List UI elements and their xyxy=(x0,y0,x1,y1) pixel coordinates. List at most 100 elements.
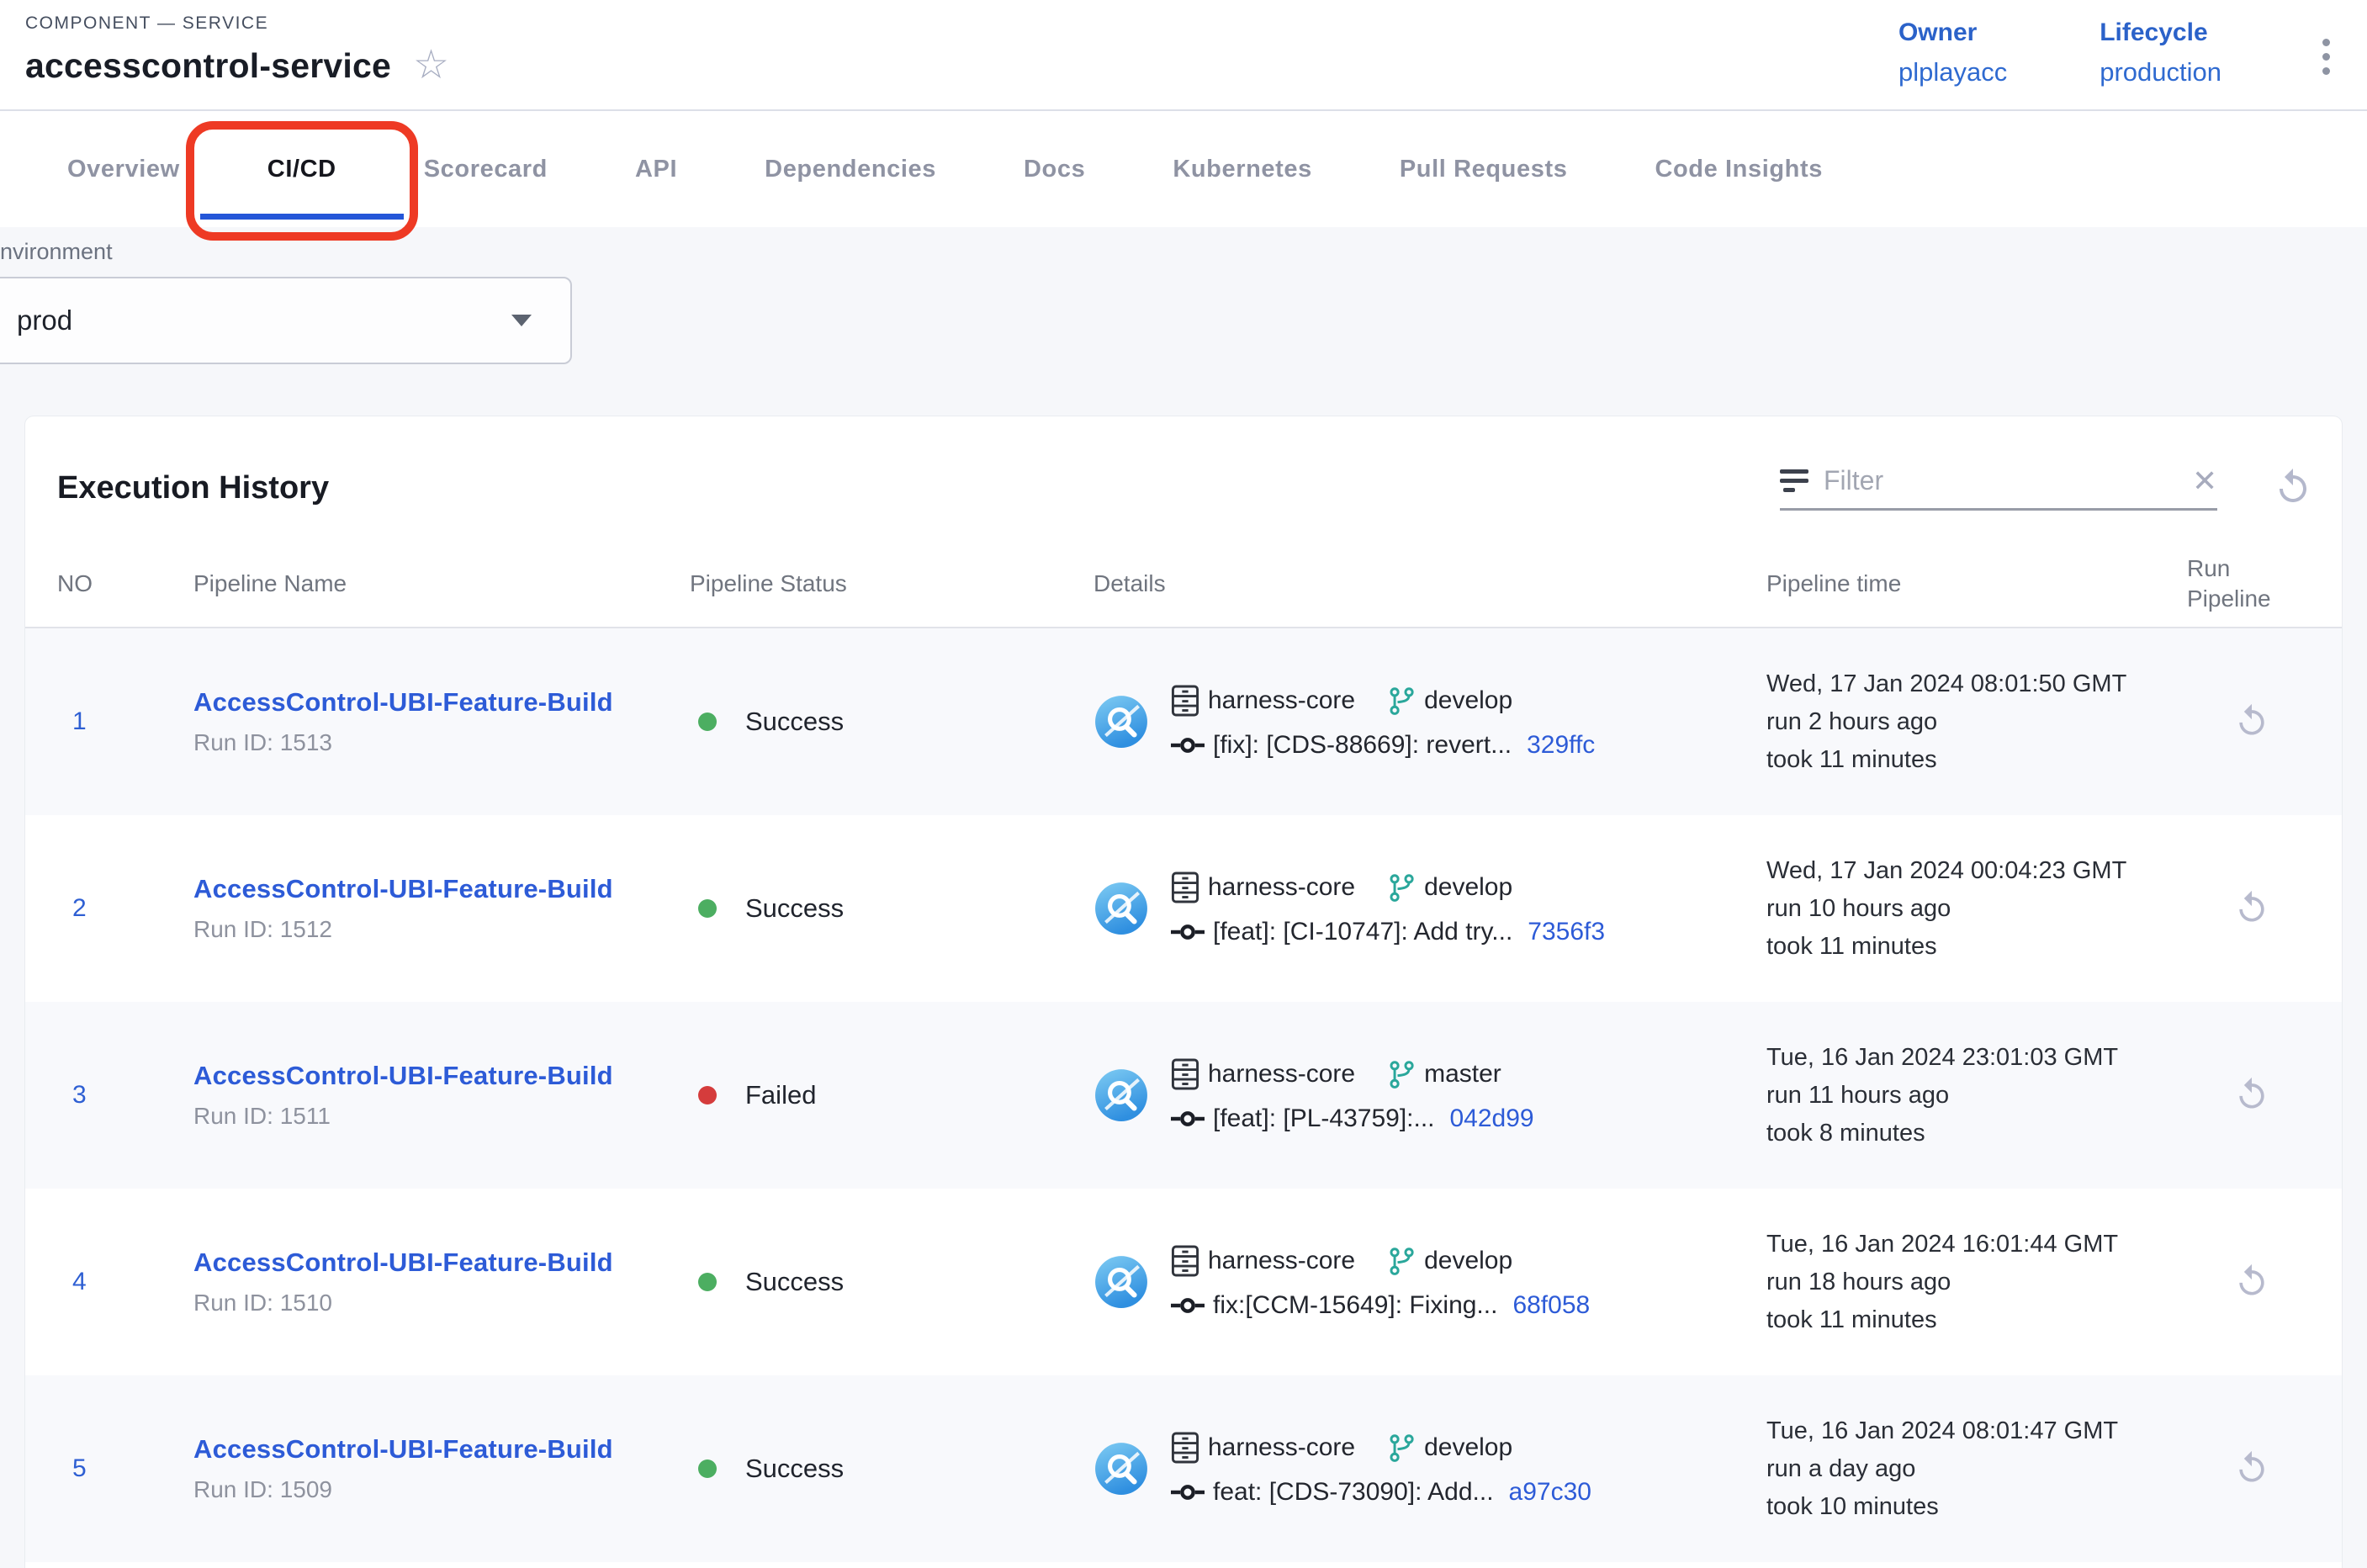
chevron-down-icon xyxy=(511,315,532,326)
row-number: 3 xyxy=(57,1081,193,1110)
refresh-button[interactable] xyxy=(2273,467,2313,510)
run-pipeline-button[interactable] xyxy=(2233,1263,2270,1302)
tab-docs[interactable]: Docs xyxy=(980,111,1129,227)
refresh-icon xyxy=(2273,467,2313,507)
repo-name: harness-core xyxy=(1208,1433,1355,1462)
commit-hash-link[interactable]: 7356f3 xyxy=(1528,918,1605,946)
owner-meta: Owner plplayacc xyxy=(1898,19,2007,87)
pipeline-name-link[interactable]: AccessControl-UBI-Feature-Build xyxy=(193,1434,690,1465)
status-dot xyxy=(698,712,717,731)
branch-name: develop xyxy=(1424,873,1512,902)
more-options-menu-icon[interactable] xyxy=(2314,27,2338,87)
pipeline-time-ago: run 18 hours ago xyxy=(1766,1263,2187,1301)
pipeline-duration: took 8 minutes xyxy=(1766,1115,2187,1152)
pipeline-duration: took 11 minutes xyxy=(1766,741,2187,779)
tab-api[interactable]: API xyxy=(591,111,721,227)
commit-message: feat: [CDS-73090]: Add... xyxy=(1213,1478,1494,1507)
commit-hash-link[interactable]: 329ffc xyxy=(1527,731,1595,760)
environment-select[interactable]: prod xyxy=(0,277,572,364)
table-row: 4 AccessControl-UBI-Feature-Build Run ID… xyxy=(25,1189,2342,1375)
branch-name: develop xyxy=(1424,1433,1512,1462)
commit-hash-link[interactable]: 68f058 xyxy=(1512,1291,1590,1320)
branch-icon xyxy=(1387,1245,1416,1277)
branch-icon xyxy=(1387,1432,1416,1464)
pipeline-time-gmt: Wed, 17 Jan 2024 00:04:23 GMT xyxy=(1766,852,2187,890)
commit-message: fix:[CCM-15649]: Fixing... xyxy=(1213,1291,1497,1320)
branch-name: develop xyxy=(1424,686,1512,715)
cicd-content: Environment prod Execution History ✕ xyxy=(0,227,2367,1568)
ci-module-icon xyxy=(1093,1441,1149,1496)
pipeline-name-link[interactable]: AccessControl-UBI-Feature-Build xyxy=(193,874,690,904)
commit-icon xyxy=(1171,1295,1205,1316)
repo-name: harness-core xyxy=(1208,686,1355,715)
tab-overview[interactable]: Overview xyxy=(24,111,224,227)
environment-field: Environment prod xyxy=(0,239,2367,364)
page-header: COMPONENT — SERVICE accesscontrol-servic… xyxy=(0,0,2367,111)
tab-pull-requests[interactable]: Pull Requests xyxy=(1356,111,1612,227)
lifecycle-link[interactable]: production xyxy=(2100,57,2221,87)
clear-filter-icon[interactable]: ✕ xyxy=(2192,466,2217,496)
col-pipeline-time: Pipeline time xyxy=(1766,569,2187,599)
ci-module-icon xyxy=(1093,694,1149,750)
tab-scorecard[interactable]: Scorecard xyxy=(380,111,591,227)
run-pipeline-button[interactable] xyxy=(2233,889,2270,929)
tab-code-insights[interactable]: Code Insights xyxy=(1611,111,1867,227)
table-header: NO Pipeline Name Pipeline Status Details… xyxy=(25,541,2342,628)
col-pipeline-name: Pipeline Name xyxy=(193,569,690,599)
commit-hash-link[interactable]: a97c30 xyxy=(1509,1478,1591,1507)
status-dot xyxy=(698,1086,717,1104)
panel-title: Execution History xyxy=(57,470,329,506)
execution-history-panel: Execution History ✕ NO Pipeline Name Pip… xyxy=(25,416,2342,1568)
filter-input[interactable] xyxy=(1824,465,2177,496)
pipeline-name-link[interactable]: AccessControl-UBI-Feature-Build xyxy=(193,687,690,718)
run-pipeline-button[interactable] xyxy=(2233,1449,2270,1489)
row-number: 4 xyxy=(57,1268,193,1296)
commit-message: [feat]: [PL-43759]:... xyxy=(1213,1104,1435,1133)
tab-cicd[interactable]: CI/CD xyxy=(224,111,380,227)
ci-module-icon xyxy=(1093,1067,1149,1123)
environment-label: Environment xyxy=(0,239,2367,265)
ci-module-icon xyxy=(1093,1254,1149,1310)
status-label: Success xyxy=(745,893,844,924)
owner-link[interactable]: plplayacc xyxy=(1898,57,2007,87)
lifecycle-meta: Lifecycle production xyxy=(2100,19,2221,87)
favorite-star-icon[interactable]: ☆ xyxy=(413,45,449,86)
lifecycle-label: Lifecycle xyxy=(2100,19,2221,47)
filter-box: ✕ xyxy=(1780,465,2217,511)
run-id: Run ID: 1510 xyxy=(193,1290,690,1316)
pipeline-time-ago: run 10 hours ago xyxy=(1766,890,2187,928)
status-label: Failed xyxy=(745,1080,816,1110)
run-pipeline-button[interactable] xyxy=(2233,702,2270,742)
tab-dependencies[interactable]: Dependencies xyxy=(721,111,980,227)
commit-hash-link[interactable]: 042d99 xyxy=(1450,1104,1534,1133)
repo-name: harness-core xyxy=(1208,1060,1355,1089)
rerun-icon xyxy=(2233,1449,2270,1486)
pipeline-time-ago: run 11 hours ago xyxy=(1766,1077,2187,1115)
row-number: 2 xyxy=(57,894,193,923)
status-label: Success xyxy=(745,1454,844,1484)
pipeline-time-gmt: Tue, 16 Jan 2024 08:01:47 GMT xyxy=(1766,1412,2187,1450)
pipeline-name-link[interactable]: AccessControl-UBI-Feature-Build xyxy=(193,1248,690,1278)
table-body: 1 AccessControl-UBI-Feature-Build Run ID… xyxy=(25,628,2342,1562)
pipeline-name-link[interactable]: AccessControl-UBI-Feature-Build xyxy=(193,1061,690,1091)
run-id: Run ID: 1513 xyxy=(193,729,690,756)
rerun-icon xyxy=(2233,889,2270,926)
breadcrumb: COMPONENT — SERVICE xyxy=(25,13,449,34)
repository-icon xyxy=(1171,1244,1199,1278)
environment-value: prod xyxy=(17,305,72,336)
row-number: 5 xyxy=(57,1454,193,1483)
run-pipeline-button[interactable] xyxy=(2233,1076,2270,1115)
repository-icon xyxy=(1171,1431,1199,1465)
tab-kubernetes[interactable]: Kubernetes xyxy=(1129,111,1356,227)
tab-bar: Overview CI/CD Scorecard API Dependencie… xyxy=(0,111,2367,227)
table-row: 1 AccessControl-UBI-Feature-Build Run ID… xyxy=(25,628,2342,815)
commit-icon xyxy=(1171,1109,1205,1129)
pipeline-time-gmt: Wed, 17 Jan 2024 08:01:50 GMT xyxy=(1766,665,2187,703)
status-label: Success xyxy=(745,1267,844,1297)
pipeline-time-ago: run a day ago xyxy=(1766,1450,2187,1488)
ci-module-icon xyxy=(1093,881,1149,936)
status-dot xyxy=(698,1273,717,1291)
row-number: 1 xyxy=(57,707,193,736)
table-row: 5 AccessControl-UBI-Feature-Build Run ID… xyxy=(25,1375,2342,1562)
commit-icon xyxy=(1171,735,1205,755)
